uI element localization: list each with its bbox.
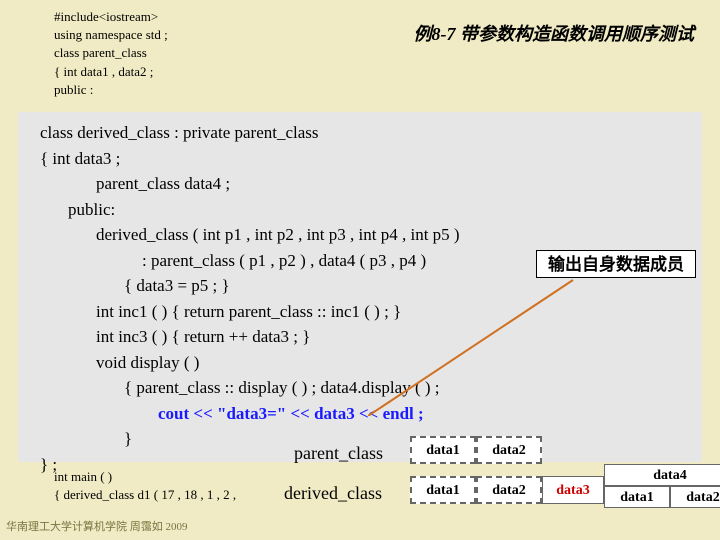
cell-data4-data1: data1 [604, 486, 670, 508]
slide-title: 例8-7 带参数构造函数调用顺序测试 [414, 20, 695, 46]
code-line: #include<iostream> [54, 8, 168, 26]
data4-block: data4 data1 data2 [604, 464, 720, 508]
code-line: { int data3 ; [40, 146, 680, 172]
code-line: parent_class data4 ; [40, 171, 680, 197]
top-code-block: #include<iostream> using namespace std ;… [54, 8, 168, 99]
cell-data2: data2 [476, 436, 542, 464]
code-line: derived_class ( int p1 , int p2 , int p3… [40, 222, 680, 248]
callout-box: 输出自身数据成员 [536, 250, 696, 278]
footer-code-block: int main ( ) { derived_class d1 ( 17 , 1… [54, 468, 236, 504]
cell-data1: data1 [410, 476, 476, 504]
cell-data1: data1 [410, 436, 476, 464]
cell-data4-label: data4 [604, 464, 720, 486]
code-line: void display ( ) [40, 350, 680, 376]
parent-class-row: data1 data2 [410, 436, 542, 464]
cell-data4-data2: data2 [670, 486, 720, 508]
code-line: class derived_class : private parent_cla… [40, 120, 680, 146]
code-line: using namespace std ; [54, 26, 168, 44]
code-panel: class derived_class : private parent_cla… [18, 112, 702, 462]
code-line: int main ( ) [54, 468, 236, 486]
label-parent-class: parent_class [294, 440, 383, 467]
derived-class-row: data1 data2 data3 [410, 476, 604, 504]
code-line-highlight: cout << "data3=" << data3 << endl ; [40, 401, 680, 427]
cell-data2: data2 [476, 476, 542, 504]
code-line: { derived_class d1 ( 17 , 18 , 1 , 2 , [54, 486, 236, 504]
code-line: int inc1 ( ) { return parent_class :: in… [40, 299, 680, 325]
cell-data3: data3 [542, 476, 604, 504]
code-line: class parent_class [54, 44, 168, 62]
code-line: public: [40, 197, 680, 223]
label-derived-class: derived_class [284, 480, 382, 507]
copyright-text: 华南理工大学计算机学院 周霭如 2009 [6, 518, 188, 534]
code-line: { parent_class :: display ( ) ; data4.di… [40, 375, 680, 401]
code-line: { int data1 , data2 ; [54, 63, 168, 81]
code-line: int inc3 ( ) { return ++ data3 ; } [40, 324, 680, 350]
code-line: public : [54, 81, 168, 99]
